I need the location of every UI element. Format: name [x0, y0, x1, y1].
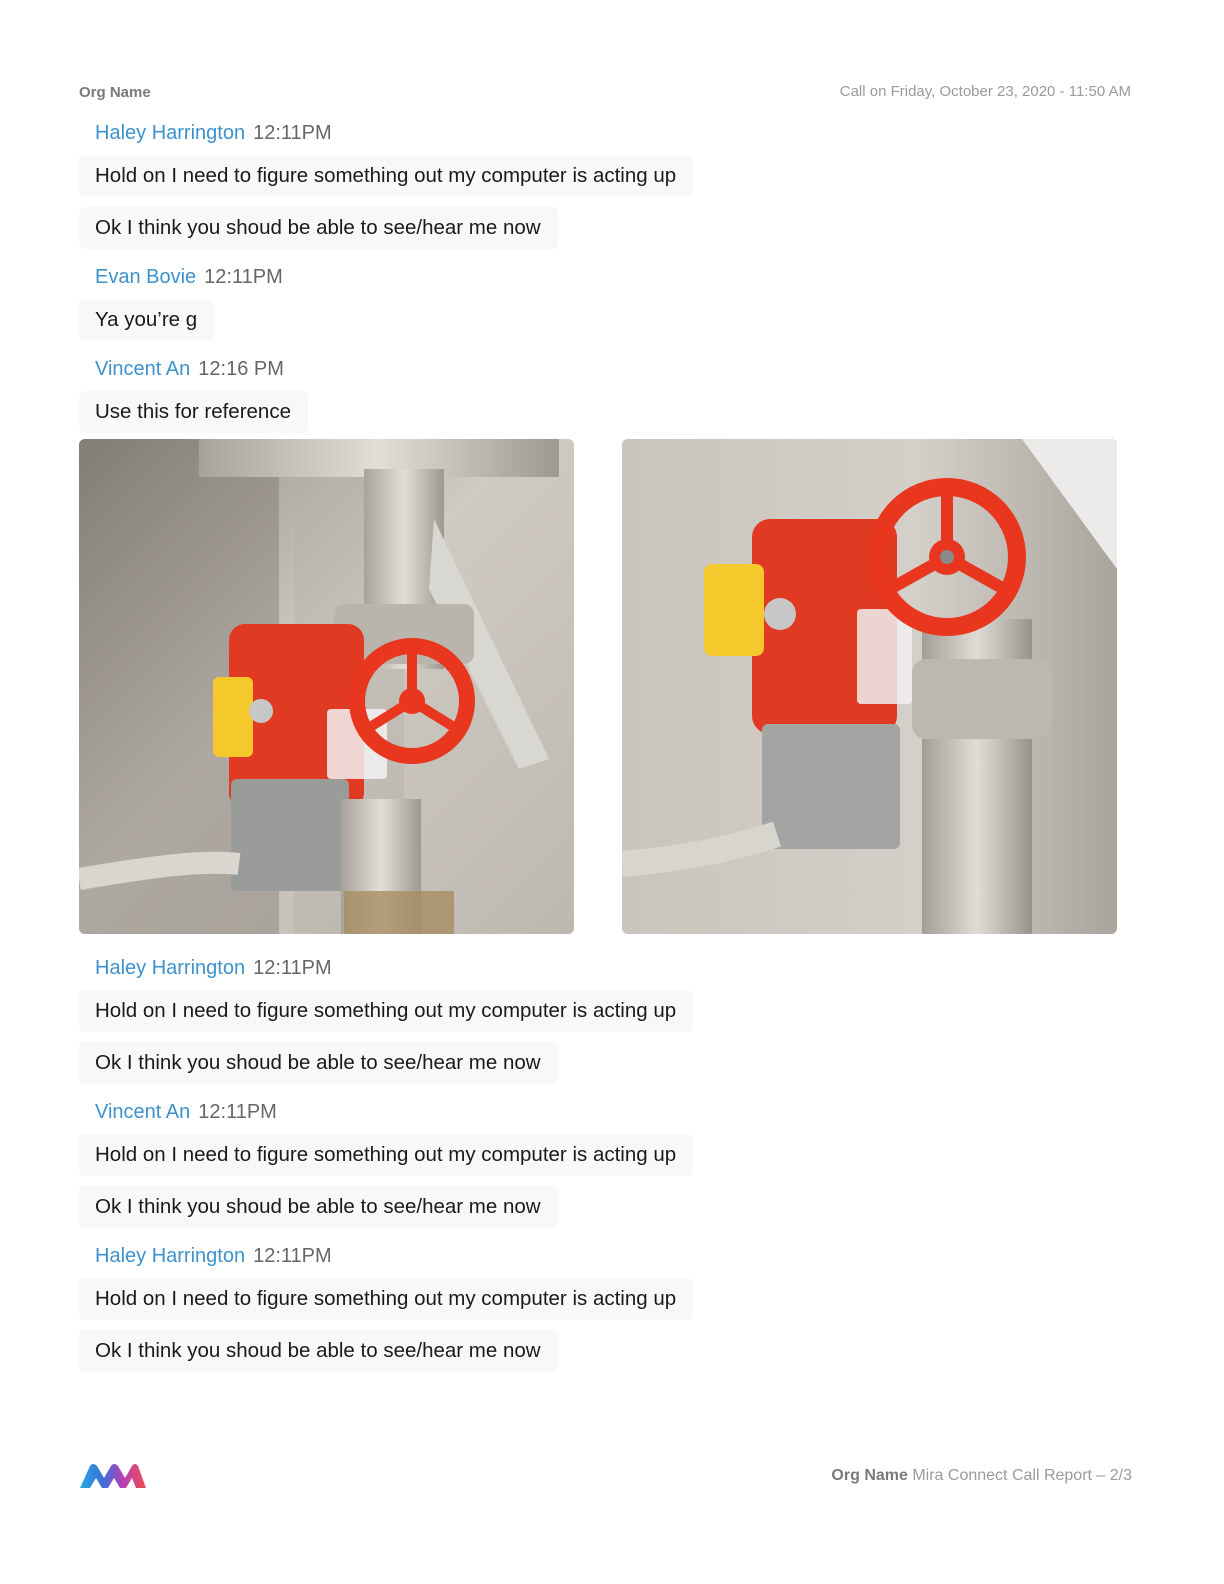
message-bubble: Ok I think you shoud be able to see/hear…: [79, 1330, 558, 1372]
message-time: 12:11PM: [204, 266, 283, 288]
valve-photo-1[interactable]: [79, 439, 574, 934]
mira-logo: [80, 1462, 146, 1490]
sender-line: Haley Harrington 12:11PM: [79, 1241, 1139, 1271]
sender-name: Haley Harrington: [95, 1245, 246, 1267]
footer-report-title: Mira Connect Call Report – 2/3: [912, 1467, 1132, 1484]
valve-photo-2-image: [622, 439, 1117, 934]
message-group: Vincent An 12:16 PM Use this for referenc…: [79, 354, 1139, 433]
message-bubble: Ya you’re g: [79, 299, 215, 341]
message-time: 12:11PM: [253, 957, 332, 979]
sender-line: Vincent An 12:16 PM: [79, 354, 1139, 384]
message-bubble: Hold on I need to figure something out m…: [79, 1278, 694, 1320]
sender-name: Vincent An: [95, 358, 191, 380]
message-time: 12:11PM: [253, 1245, 332, 1267]
message-time: 12:11PM: [253, 122, 332, 144]
photo-attachments: [79, 439, 1139, 934]
message-bubble: Use this for reference: [79, 391, 308, 433]
header-org-name: Org Name: [79, 84, 151, 101]
footer-report: Org Name Mira Connect Call Report – 2/3: [831, 1467, 1132, 1485]
valve-photo-1-image: [79, 439, 574, 934]
message-group: Haley Harrington 12:11PM Hold on I need t…: [79, 1241, 1139, 1372]
sender-name: Evan Bovie: [95, 266, 197, 288]
transcript: Haley Harrington 12:11PM Hold on I need t…: [79, 118, 1139, 1372]
sender-name: Haley Harrington: [95, 957, 246, 979]
sender-line: Vincent An 12:11PM: [79, 1097, 1139, 1127]
message-bubble: Hold on I need to figure something out m…: [79, 155, 694, 197]
sender-line: Haley Harrington 12:11PM: [79, 953, 1139, 983]
sender-line: Haley Harrington 12:11PM: [79, 118, 1139, 148]
message-time: 12:16 PM: [198, 358, 284, 380]
message-bubble: Ok I think you shoud be able to see/hear…: [79, 207, 558, 249]
message-bubble: Hold on I need to figure something out m…: [79, 1134, 694, 1176]
footer-org-name: Org Name: [831, 1467, 908, 1484]
sender-line: Evan Bovie 12:11PM: [79, 262, 1139, 292]
message-group: Haley Harrington 12:11PM Hold on I need t…: [79, 953, 1139, 1084]
message-group: Evan Bovie 12:11PM Ya you’re g: [79, 262, 1139, 341]
message-group: Vincent An 12:11PM Hold on I need to figu…: [79, 1097, 1139, 1228]
sender-name: Haley Harrington: [95, 122, 246, 144]
call-date: Call on Friday, October 23, 2020 - 11:50…: [839, 83, 1131, 100]
sender-name: Vincent An: [95, 1101, 191, 1123]
message-bubble: Ok I think you shoud be able to see/hear…: [79, 1186, 558, 1228]
valve-photo-2[interactable]: [622, 439, 1117, 934]
message-bubble: Ok I think you shoud be able to see/hear…: [79, 1042, 558, 1084]
message-bubble: Hold on I need to figure something out m…: [79, 990, 694, 1032]
message-time: 12:11PM: [198, 1101, 277, 1123]
message-group: Haley Harrington 12:11PM Hold on I need t…: [79, 118, 1139, 249]
